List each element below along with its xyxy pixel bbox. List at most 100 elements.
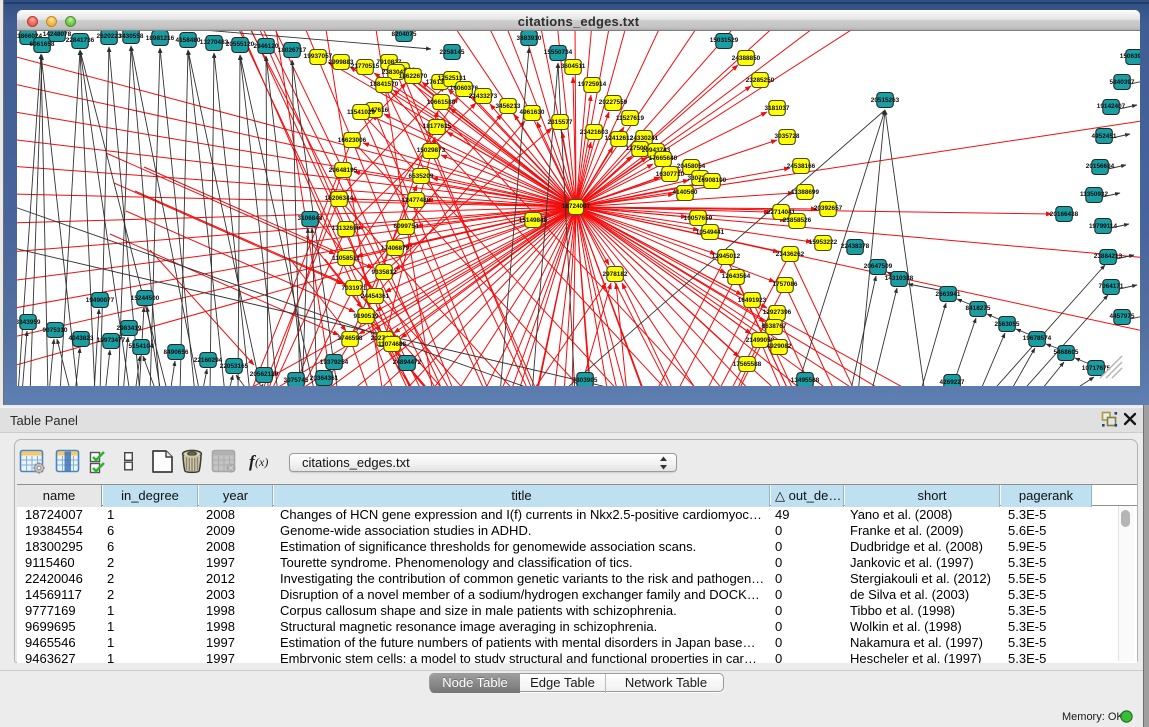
svg-text:16491923: 16491923 (738, 297, 767, 304)
svg-text:5154104: 5154104 (129, 343, 154, 350)
svg-text:3883910: 3883910 (517, 35, 542, 42)
svg-text:20227559: 20227559 (599, 99, 628, 106)
svg-text:24894472: 24894472 (393, 359, 422, 366)
svg-text:20515263: 20515263 (871, 97, 900, 104)
svg-text:12477488: 12477488 (402, 197, 431, 204)
svg-text:5468605: 5468605 (1054, 349, 1079, 356)
svg-text:11541029: 11541029 (347, 109, 376, 116)
svg-text:18026717: 18026717 (278, 47, 307, 54)
svg-text:20648195: 20648195 (329, 167, 358, 174)
svg-text:11388699: 11388699 (791, 189, 820, 196)
svg-text:17665640: 17665640 (649, 155, 678, 162)
svg-text:3181037: 3181037 (765, 105, 790, 112)
svg-text:18724007: 18724007 (562, 203, 591, 210)
svg-text:6061658: 6061658 (30, 41, 55, 48)
svg-text:19379254: 19379254 (320, 359, 349, 366)
svg-text:18622670: 18622670 (399, 73, 428, 80)
svg-text:2663941: 2663941 (936, 291, 961, 298)
svg-text:23858526: 23858526 (783, 217, 812, 224)
svg-text:19725914: 19725914 (578, 81, 607, 88)
svg-text:3746598: 3746598 (338, 335, 363, 342)
svg-text:15550734: 15550734 (544, 49, 573, 56)
svg-text:19973477: 19973477 (97, 337, 126, 344)
svg-text:19678574: 19678574 (1023, 335, 1052, 342)
svg-text:20458054: 20458054 (677, 163, 706, 170)
svg-text:7031971: 7031971 (342, 285, 367, 292)
svg-text:4140560: 4140560 (673, 189, 698, 196)
svg-text:15029873: 15029873 (417, 147, 446, 154)
svg-text:6638767: 6638767 (762, 323, 787, 330)
svg-text:15953222: 15953222 (809, 239, 838, 246)
svg-text:9335812: 9335812 (372, 269, 397, 276)
svg-text:3604511: 3604511 (561, 63, 586, 70)
svg-text:5840397: 5840397 (1110, 79, 1135, 86)
svg-text:4961630: 4961630 (520, 109, 545, 116)
svg-text:12643564: 12643564 (722, 273, 751, 280)
svg-text:23884213: 23884213 (1094, 253, 1123, 260)
svg-text:3456213: 3456213 (496, 103, 521, 110)
svg-text:24388850: 24388850 (732, 55, 761, 62)
svg-text:2983419: 2983419 (117, 325, 142, 332)
svg-text:3035728: 3035728 (775, 133, 800, 140)
svg-text:13132690: 13132690 (332, 225, 361, 232)
svg-text:4158480: 4158480 (176, 37, 201, 44)
svg-text:17565588: 17565588 (733, 361, 762, 368)
svg-text:15149848: 15149848 (519, 217, 548, 224)
svg-text:16307710: 16307710 (656, 171, 685, 178)
svg-text:8490656: 8490656 (164, 349, 189, 356)
svg-text:15031529: 15031529 (710, 37, 739, 44)
svg-text:3075745: 3075745 (284, 377, 309, 384)
svg-text:13945012: 13945012 (712, 253, 741, 260)
svg-text:12927396: 12927396 (763, 309, 792, 316)
svg-text:13495588: 13495588 (791, 377, 820, 384)
svg-text:17406879: 17406879 (381, 245, 410, 252)
svg-text:18981216: 18981216 (146, 35, 175, 42)
svg-text:(x): (x) (255, 455, 268, 469)
svg-text:2978182: 2978182 (603, 271, 628, 278)
svg-text:22160294: 22160294 (194, 357, 223, 364)
svg-text:16623006: 16623006 (338, 137, 367, 144)
svg-text:7303905: 7303905 (573, 377, 598, 384)
svg-text:18177615: 18177615 (423, 123, 452, 130)
svg-text:15244500: 15244500 (131, 295, 160, 302)
svg-text:24454361: 24454361 (361, 293, 390, 300)
svg-text:19799114: 19799114 (1089, 223, 1118, 230)
svg-text:11527619: 11527619 (616, 115, 645, 122)
svg-text:8204075: 8204075 (392, 31, 417, 38)
svg-text:4269227: 4269227 (940, 379, 965, 386)
svg-text:20156684: 20156684 (1086, 163, 1115, 170)
svg-text:16206344: 16206344 (325, 195, 354, 202)
svg-text:10549441: 10549441 (696, 229, 725, 236)
svg-text:19142407: 19142407 (1097, 103, 1126, 110)
svg-text:20555120: 20555120 (226, 41, 255, 48)
svg-text:6535209: 6535209 (409, 173, 434, 180)
svg-text:11350932: 11350932 (1080, 191, 1109, 198)
svg-text:1757086: 1757086 (773, 281, 798, 288)
svg-text:13270483: 13270483 (200, 39, 229, 46)
svg-text:10661588: 10661588 (427, 99, 456, 106)
svg-text:20562129: 20562129 (250, 371, 279, 378)
svg-text:10057659: 10057659 (684, 215, 713, 222)
svg-text:3343959: 3343959 (17, 319, 41, 326)
svg-text:8418275: 8418275 (966, 305, 991, 312)
svg-text:9075310: 9075310 (43, 327, 68, 334)
svg-text:19490077: 19490077 (86, 297, 115, 304)
svg-text:9190519: 9190519 (354, 313, 379, 320)
svg-text:6099754: 6099754 (394, 223, 419, 230)
svg-text:22053165: 22053165 (220, 363, 249, 370)
svg-text:2315577: 2315577 (548, 119, 573, 126)
svg-text:4457975: 4457975 (1110, 313, 1135, 320)
svg-text:20166438: 20166438 (1050, 211, 1079, 218)
svg-text:14310388: 14310388 (885, 275, 914, 282)
svg-text:20647509: 20647509 (864, 263, 893, 270)
svg-text:18841570: 18841570 (370, 81, 399, 88)
svg-text:3106848: 3106848 (298, 215, 323, 222)
svg-text:4929082: 4929082 (767, 343, 792, 350)
svg-text:21770515: 21770515 (351, 63, 380, 70)
svg-text:24538166: 24538166 (787, 163, 816, 170)
svg-text:21433273: 21433273 (469, 93, 498, 100)
svg-text:20392657: 20392657 (814, 205, 843, 212)
svg-text:20364361: 20364361 (310, 375, 339, 382)
svg-text:22438378: 22438378 (841, 243, 870, 250)
svg-text:2258145: 2258145 (440, 49, 465, 56)
